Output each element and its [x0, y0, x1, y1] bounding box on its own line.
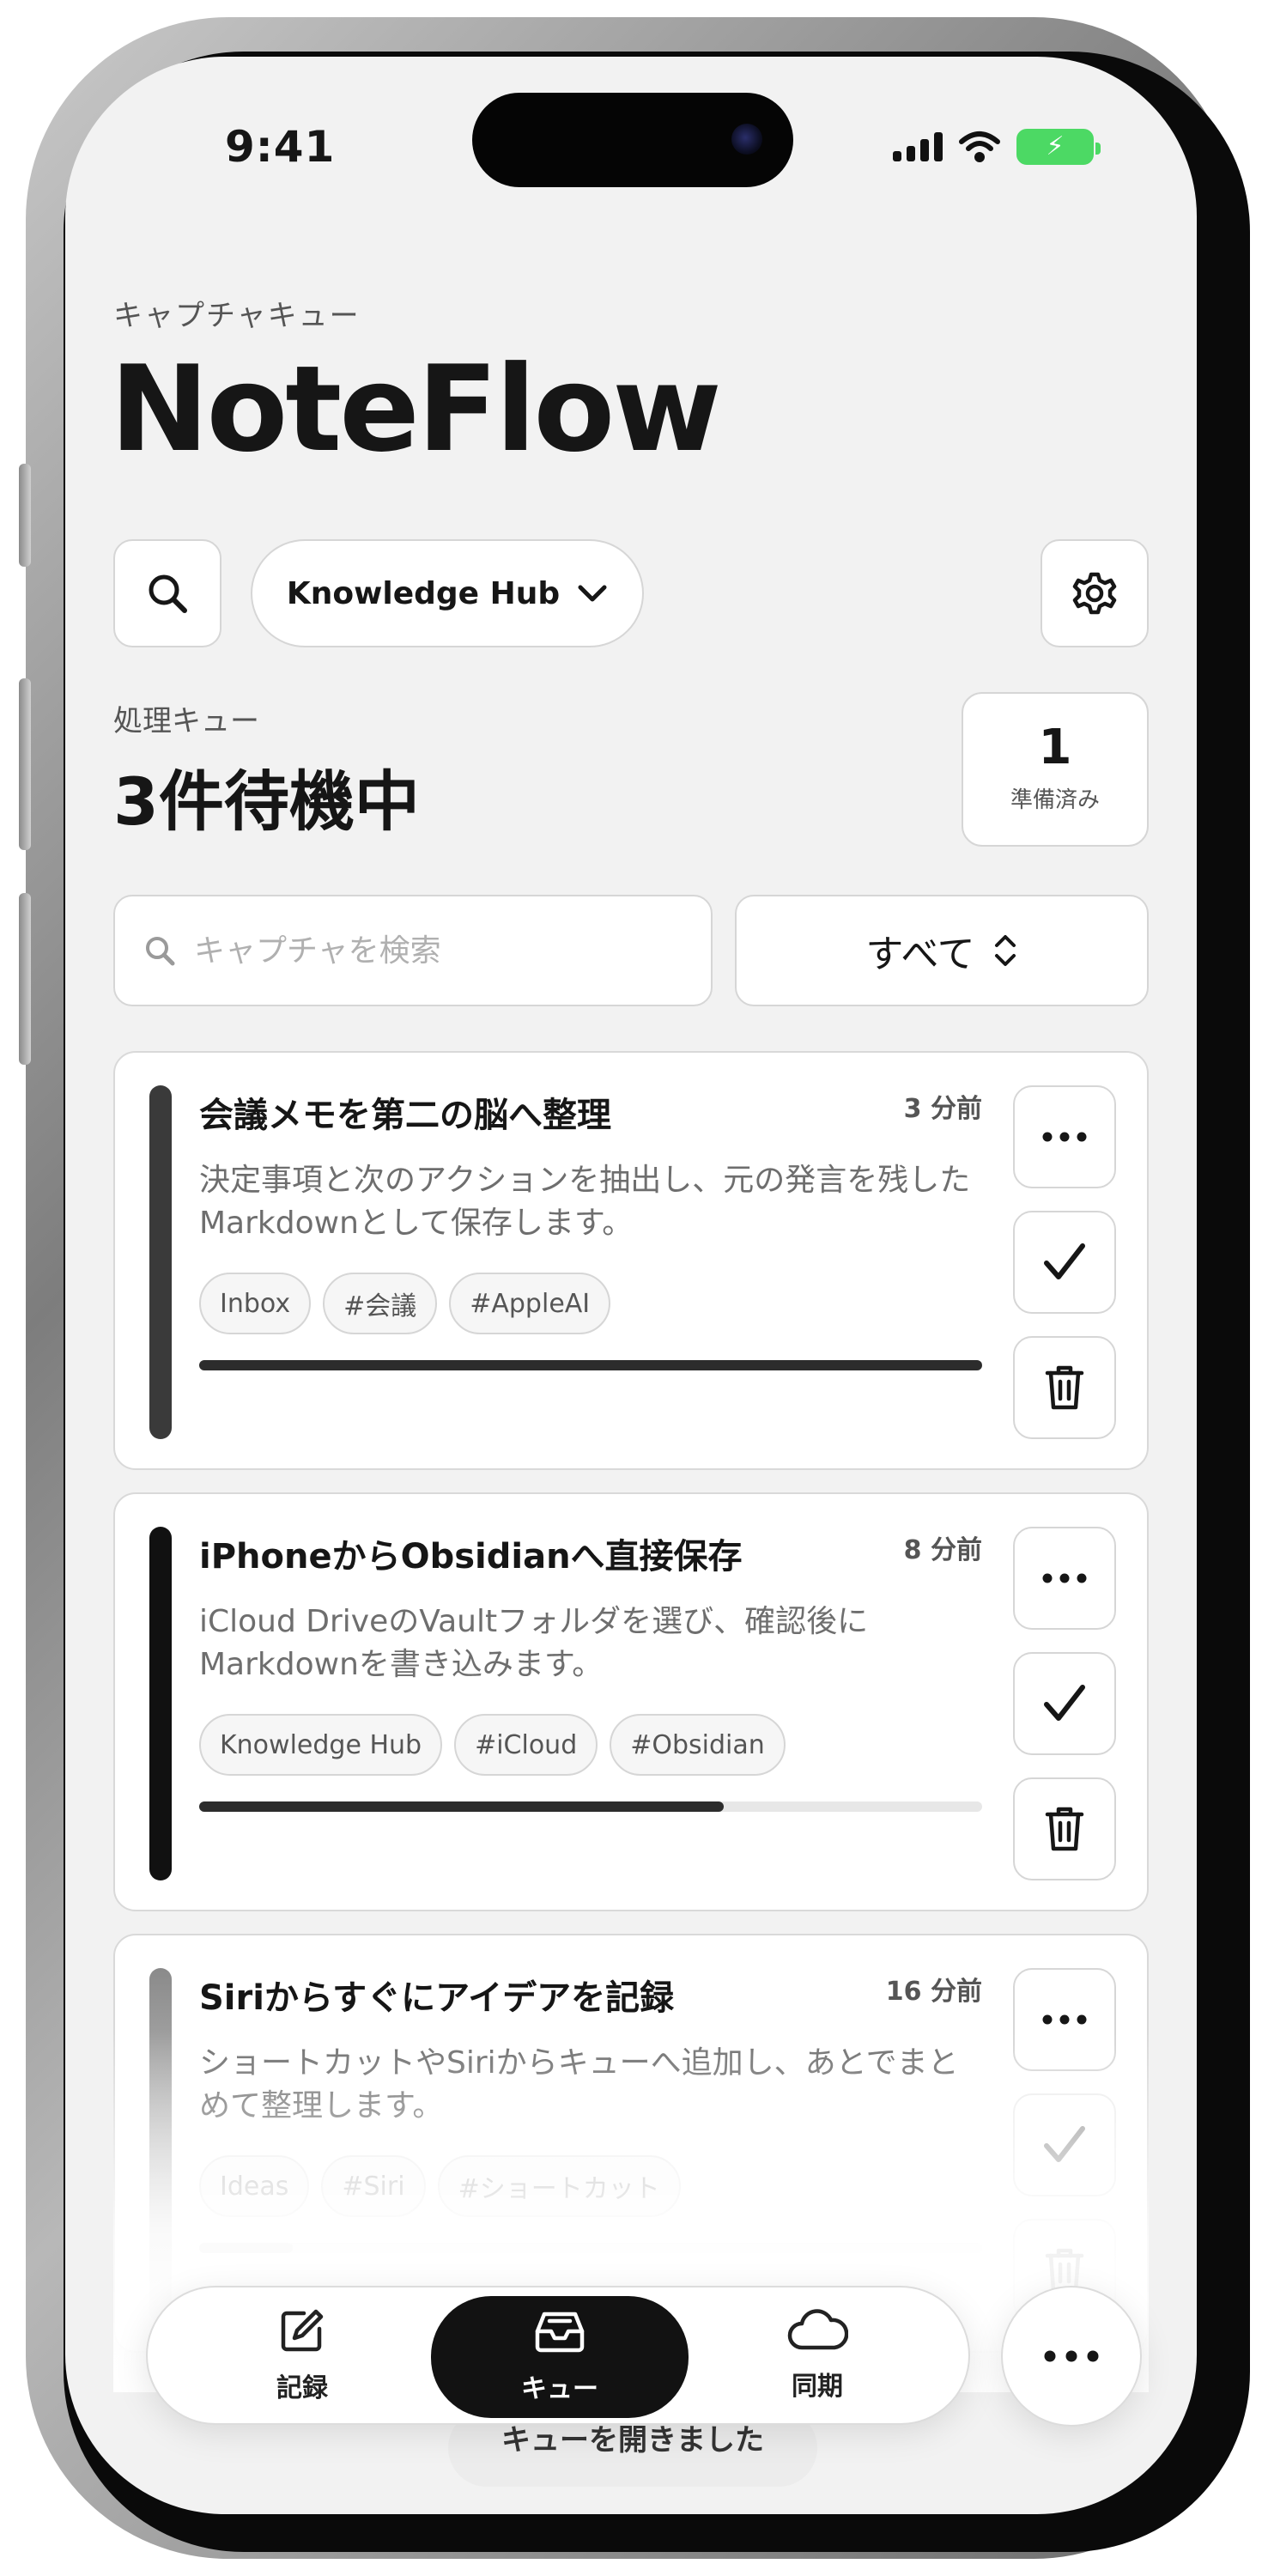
- more-menu-button[interactable]: [1001, 2286, 1142, 2427]
- battery-charging-icon: ⚡: [1016, 129, 1101, 165]
- card-description: 決定事項と次のアクションを抽出し、元の発言を残したMarkdownとして保存しま…: [199, 1163, 971, 1241]
- card-progress-track: [199, 2243, 982, 2253]
- workspace-label: Knowledge Hub: [286, 575, 561, 611]
- cellular-signal-icon: [893, 132, 943, 161]
- inbox-tray-icon: [535, 2312, 585, 2353]
- card-tags: Knowledge Hub #iCloud #Obsidian: [199, 1714, 786, 1776]
- delete-button[interactable]: [1013, 1336, 1116, 1439]
- workspace-selector[interactable]: Knowledge Hub: [251, 539, 644, 647]
- chevron-down-icon: [578, 585, 607, 602]
- card-progress-fill: [199, 1801, 725, 1812]
- page-title: NoteFlow: [110, 340, 722, 478]
- search-icon: [149, 574, 187, 613]
- app-screen: 9:41 ⚡ キャプチャキュー NoteFlow Knowledge Hub 処…: [65, 57, 1197, 2514]
- filter-select[interactable]: すべて: [735, 895, 1149, 1006]
- tag-chip[interactable]: #Siri: [321, 2155, 426, 2217]
- checkmark-icon: [1044, 1685, 1085, 1721]
- card-timestamp: 16 分前: [885, 1977, 982, 2007]
- gear-icon: [1072, 572, 1117, 615]
- tag-chip[interactable]: Inbox: [199, 1273, 312, 1334]
- capture-card[interactable]: iPhoneからObsidianへ直接保存 8 分前 iCloud Driveの…: [113, 1492, 1149, 1911]
- checkmark-icon: [1044, 1243, 1085, 1279]
- search-button[interactable]: [113, 539, 221, 647]
- volume-up-button: [19, 678, 31, 850]
- approve-button[interactable]: [1013, 2093, 1116, 2196]
- search-input[interactable]: [194, 933, 675, 969]
- more-options-button[interactable]: [1013, 1968, 1116, 2071]
- tab-label: 記録: [276, 2373, 328, 2403]
- card-title: Siriからすぐにアイデアを記録: [199, 1978, 675, 2018]
- tag-chip[interactable]: #Obsidian: [610, 1714, 786, 1776]
- chevron-up-down-icon: [994, 935, 1016, 966]
- card-accent-bar: [149, 1968, 172, 2322]
- tag-chip[interactable]: Knowledge Hub: [199, 1714, 443, 1776]
- tag-chip[interactable]: #ショートカット: [437, 2155, 681, 2217]
- card-timestamp: 8 分前: [903, 1535, 982, 1565]
- trash-icon: [1045, 1807, 1084, 1851]
- status-time: 9:41: [225, 122, 336, 172]
- search-icon: [146, 937, 175, 966]
- card-accent-bar: [149, 1527, 172, 1880]
- trash-icon: [1045, 1365, 1084, 1410]
- ellipsis-icon: [1042, 2014, 1087, 2025]
- card-description: iCloud DriveのVaultフォルダを選び、確認後にMarkdownを書…: [199, 1604, 869, 1682]
- tag-chip[interactable]: Ideas: [199, 2155, 310, 2217]
- tab-queue[interactable]: キュー: [431, 2296, 689, 2418]
- card-progress-track: [199, 1360, 982, 1370]
- card-title: iPhoneからObsidianへ直接保存: [199, 1537, 743, 1577]
- tab-capture[interactable]: 記録: [173, 2287, 431, 2423]
- delete-button[interactable]: [1013, 1777, 1116, 1880]
- ready-label: 準備済み: [1010, 787, 1100, 813]
- tab-label: キュー: [521, 2374, 598, 2404]
- queue-section-label: 処理キュー: [113, 704, 259, 738]
- volume-down-button: [19, 893, 31, 1065]
- card-tags: Ideas #Siri #ショートカット: [199, 2155, 681, 2217]
- capture-card[interactable]: 会議メモを第二の脳へ整理 3 分前 決定事項と次のアクションを抽出し、元の発言を…: [113, 1051, 1149, 1470]
- tag-chip[interactable]: #iCloud: [454, 1714, 598, 1776]
- page-eyebrow: キャプチャキュー: [113, 299, 361, 333]
- tab-sync[interactable]: 同期: [689, 2287, 946, 2423]
- ready-count-card[interactable]: 1 準備済み: [962, 692, 1149, 847]
- approve-button[interactable]: [1013, 1211, 1116, 1314]
- card-timestamp: 3 分前: [903, 1094, 982, 1124]
- checkmark-icon: [1044, 2126, 1085, 2162]
- ellipsis-icon: [1042, 1573, 1087, 1583]
- tab-label: 同期: [792, 2372, 843, 2402]
- more-options-button[interactable]: [1013, 1085, 1116, 1188]
- status-icons: ⚡: [893, 129, 1101, 165]
- tag-chip[interactable]: #AppleAI: [449, 1273, 611, 1334]
- more-options-button[interactable]: [1013, 1527, 1116, 1630]
- card-tags: Inbox #会議 #AppleAI: [199, 1273, 611, 1334]
- tab-bar: 記録 キュー 同期: [146, 2286, 970, 2425]
- filter-label: すべて: [865, 933, 975, 976]
- card-progress-fill: [199, 1360, 982, 1370]
- ellipsis-icon: [1044, 2350, 1099, 2362]
- queue-count-heading: 3件待機中: [113, 763, 420, 840]
- card-progress-fill: [199, 2243, 294, 2253]
- compose-icon: [281, 2309, 324, 2352]
- card-progress-track: [199, 1801, 982, 1812]
- ellipsis-icon: [1042, 1132, 1087, 1142]
- ready-count: 1: [1038, 720, 1072, 775]
- card-description: ショートカットやSiriからキューへ追加し、あとでまとめて整理します。: [199, 2045, 959, 2123]
- settings-button[interactable]: [1041, 539, 1149, 647]
- tag-chip[interactable]: #会議: [323, 1273, 438, 1334]
- capture-search-field[interactable]: [113, 895, 713, 1006]
- camera-icon: [731, 124, 762, 155]
- approve-button[interactable]: [1013, 1652, 1116, 1755]
- wifi-icon: [959, 131, 1000, 162]
- card-title: 会議メモを第二の脳へ整理: [199, 1096, 611, 1135]
- action-button: [19, 464, 31, 567]
- card-accent-bar: [149, 1085, 172, 1439]
- cloud-icon: [787, 2309, 848, 2350]
